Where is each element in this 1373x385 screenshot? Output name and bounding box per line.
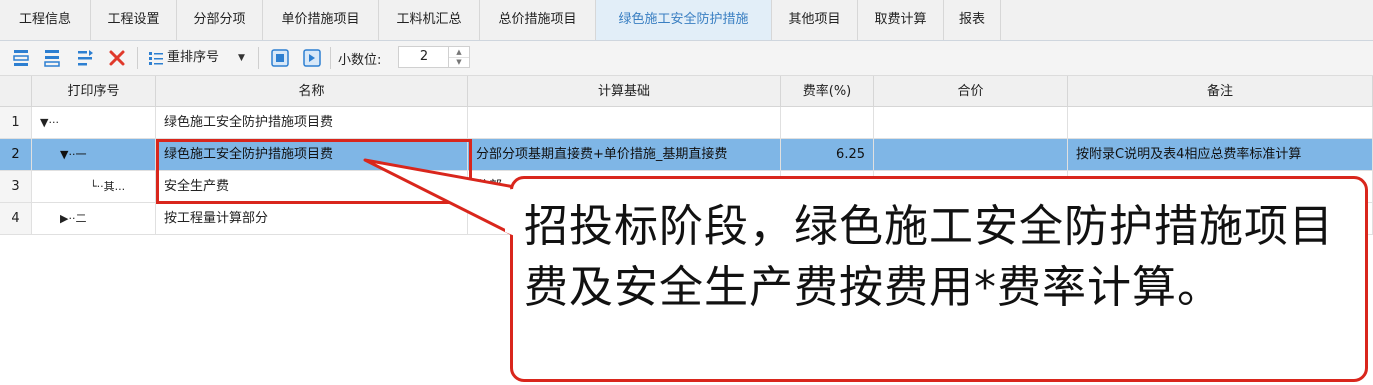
total-cell[interactable]	[874, 139, 1068, 171]
decimal-places-stepper[interactable]: 2 ▲ ▼	[398, 46, 470, 68]
note-cell[interactable]	[1068, 107, 1373, 139]
decimal-places-value[interactable]: 2	[399, 47, 449, 67]
column-header-basis[interactable]: 计算基础	[468, 76, 781, 107]
column-header-total[interactable]: 合价	[874, 76, 1068, 107]
collapse-icon[interactable]	[302, 48, 322, 68]
tree-node[interactable]: ▼···	[32, 107, 156, 139]
rate-cell[interactable]	[781, 107, 874, 139]
total-cell[interactable]	[874, 107, 1068, 139]
tab-fee-calculation[interactable]: 取费计算	[858, 0, 944, 40]
column-header-print-no[interactable]: 打印序号	[32, 76, 156, 107]
expand-icon[interactable]	[270, 48, 290, 68]
tab-other-items[interactable]: 其他项目	[772, 0, 858, 40]
reorder-icon	[149, 52, 163, 65]
tab-project-info[interactable]: 工程信息	[0, 0, 91, 40]
toolbar: 重排序号 ▼	[0, 41, 1373, 76]
tab-divisional-items[interactable]: 分部分项	[177, 0, 263, 40]
append-row-icon[interactable]	[42, 48, 62, 68]
tree-node[interactable]: └··其...	[32, 171, 156, 203]
tab-reports[interactable]: 报表	[944, 0, 1001, 40]
child-row-icon[interactable]	[75, 48, 95, 68]
tab-total-price-measures[interactable]: 总价措施项目	[480, 0, 596, 40]
tab-project-settings[interactable]: 工程设置	[91, 0, 177, 40]
module-tab-bar: 工程信息 工程设置 分部分项 单价措施项目 工料机汇总 总价措施项目 绿色施工安…	[0, 0, 1373, 41]
chevron-down-icon[interactable]: ▼	[238, 48, 245, 68]
stepper-down-icon[interactable]: ▼	[448, 57, 469, 67]
row-number[interactable]: 2	[0, 139, 32, 171]
highlight-box	[156, 139, 472, 204]
rate-cell[interactable]: 6.25	[781, 139, 874, 171]
decimal-places-label: 小数位:	[338, 53, 382, 68]
column-header-name[interactable]: 名称	[156, 76, 468, 107]
tree-node[interactable]: ▼··一	[32, 139, 156, 171]
tab-green-safety-measures[interactable]: 绿色施工安全防护措施	[596, 0, 772, 40]
reorder-numbers-label: 重排序号	[167, 50, 220, 65]
row-number[interactable]: 4	[0, 203, 32, 235]
annotation-text: 招投标阶段，绿色施工安全防护措施项目费及安全生产费按费用*费率计算。	[524, 201, 1334, 313]
column-header-rate[interactable]: 费率(%)	[781, 76, 874, 107]
basis-cell[interactable]	[468, 107, 781, 139]
column-header-note[interactable]: 备注	[1068, 76, 1373, 107]
tab-unit-price-measures[interactable]: 单价措施项目	[263, 0, 379, 40]
row-number[interactable]: 1	[0, 107, 32, 139]
row-number[interactable]: 3	[0, 171, 32, 203]
basis-cell[interactable]: 分部分项基期直接费+单价措施_基期直接费	[468, 139, 781, 171]
name-cell[interactable]: 按工程量计算部分	[156, 203, 468, 235]
tree-node[interactable]: ▶··二	[32, 203, 156, 235]
name-cell[interactable]: 绿色施工安全防护措施项目费	[156, 107, 468, 139]
corner-header[interactable]	[0, 76, 32, 107]
note-cell[interactable]: 按附录C说明及表4相应总费率标准计算	[1068, 139, 1373, 171]
tab-labor-material-machine-summary[interactable]: 工料机汇总	[379, 0, 480, 40]
insert-row-icon[interactable]	[11, 48, 31, 68]
delete-icon[interactable]	[107, 48, 127, 68]
